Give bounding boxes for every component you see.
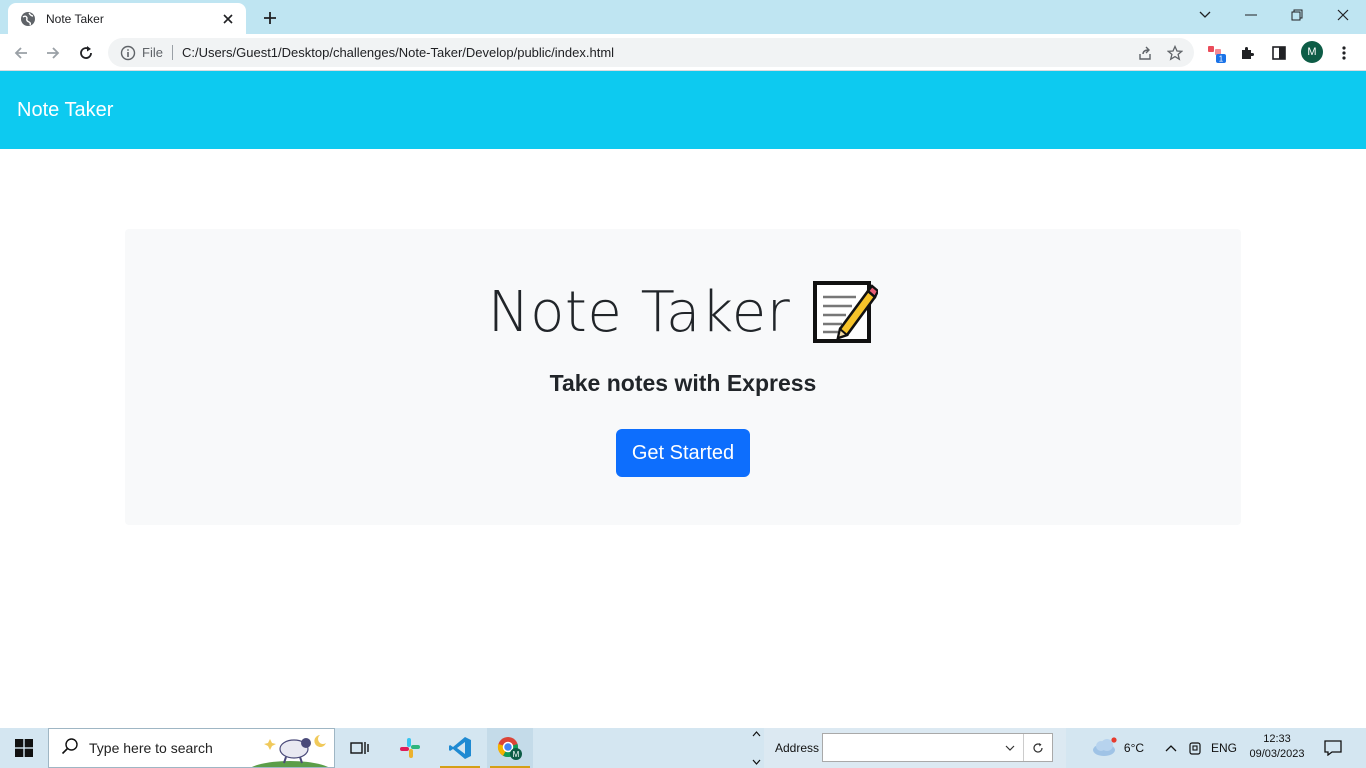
memo-icon (812, 279, 879, 345)
app-navbar: Note Taker (0, 71, 1366, 149)
taskbar-address-toolbar: Address (764, 728, 1066, 768)
weather-widget[interactable]: 6°C (1082, 728, 1152, 768)
refresh-icon[interactable] (1024, 734, 1052, 761)
chrome-profile-initial: M (513, 750, 520, 759)
search-icon (61, 737, 79, 759)
navbar-brand[interactable]: Note Taker (17, 99, 113, 122)
get-started-button[interactable]: Get Started (616, 429, 750, 477)
globe-icon (20, 11, 36, 27)
tab-title: Note Taker (46, 11, 104, 26)
weather-temperature: 6°C (1123, 741, 1145, 755)
tab-search-chevron-icon[interactable] (1182, 0, 1228, 30)
extensions-puzzle-icon[interactable] (1235, 40, 1261, 66)
bookmark-star-icon[interactable] (1164, 42, 1186, 64)
extension-badge-icon[interactable]: 1 (1204, 40, 1230, 66)
taskbar-search-placeholder: Type here to search (89, 740, 213, 756)
show-hidden-icons-icon[interactable] (1160, 728, 1182, 768)
chrome-app-icon[interactable]: M (487, 728, 533, 768)
address-scheme: File (142, 45, 173, 60)
slack-app-icon[interactable] (387, 728, 433, 768)
hero-subtitle: Take notes with Express (549, 370, 817, 396)
meet-now-icon[interactable] (1184, 728, 1206, 768)
notifications-icon[interactable] (1318, 728, 1348, 768)
browser-tab[interactable]: Note Taker (8, 3, 246, 34)
address-url[interactable]: C:/Users/Guest1/Desktop/challenges/Note-… (182, 45, 1134, 60)
vscode-app-icon[interactable] (437, 728, 483, 768)
chevron-down-icon[interactable] (996, 734, 1024, 761)
reload-icon[interactable] (73, 40, 99, 66)
hero-title: Note Taker (125, 279, 1241, 345)
language-indicator[interactable]: ENG (1208, 728, 1240, 768)
share-icon[interactable] (1134, 42, 1156, 64)
windows-taskbar: Type here to search M Address 6°C ENG 12… (0, 728, 1366, 768)
hero-section: Note Taker Take notes with Express Get S… (125, 229, 1241, 525)
extension-badge-count: 1 (1219, 55, 1224, 64)
close-window-icon[interactable] (1320, 0, 1366, 30)
close-tab-icon[interactable] (220, 11, 236, 27)
clock-date: 09/03/2023 (1249, 748, 1305, 760)
address-toolbar-label: Address (775, 741, 820, 755)
task-view-icon[interactable] (337, 728, 383, 768)
profile-avatar[interactable]: M (1301, 41, 1323, 63)
search-highlight-illustration (251, 735, 329, 767)
side-panel-icon[interactable] (1266, 40, 1292, 66)
browser-menu-icon[interactable] (1331, 40, 1357, 66)
cloud-icon (1090, 736, 1118, 760)
back-arrow-icon[interactable] (8, 40, 34, 66)
browser-tabstrip: Note Taker (0, 0, 1366, 34)
clock-time: 12:33 (1263, 733, 1291, 745)
address-bar[interactable]: File C:/Users/Guest1/Desktop/challenges/… (108, 38, 1194, 67)
restore-window-icon[interactable] (1274, 0, 1320, 30)
scroll-up-icon[interactable] (752, 731, 761, 737)
windows-start-icon[interactable] (0, 728, 48, 768)
browser-toolbar: File C:/Users/Guest1/Desktop/challenges/… (0, 34, 1366, 71)
new-tab-button[interactable] (258, 6, 282, 30)
info-icon[interactable] (120, 45, 136, 61)
taskbar-search-box[interactable]: Type here to search (48, 728, 335, 768)
taskbar-clock[interactable]: 12:33 09/03/2023 (1244, 732, 1310, 762)
minimize-window-icon[interactable] (1228, 0, 1274, 30)
address-toolbar-field (822, 733, 1053, 762)
forward-arrow-icon[interactable] (40, 40, 66, 66)
scroll-down-icon[interactable] (752, 759, 761, 765)
hero-title-text: Note Taker (487, 279, 791, 345)
toolbar-scroll-arrows[interactable] (748, 728, 764, 768)
address-toolbar-input[interactable] (823, 734, 996, 761)
